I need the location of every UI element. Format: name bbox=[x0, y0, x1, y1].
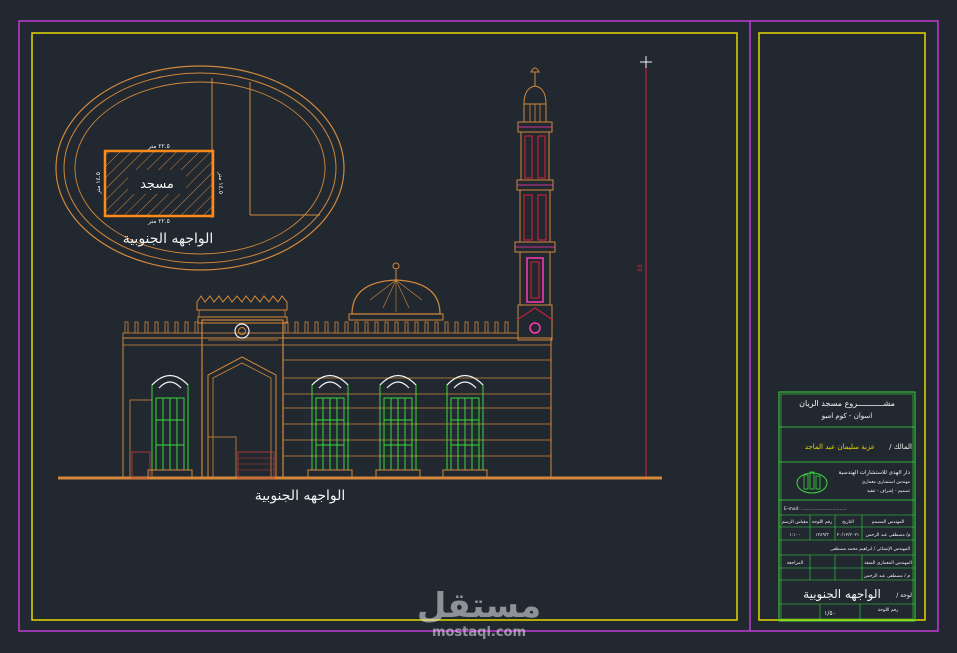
watermark-url: mostaql.com bbox=[432, 625, 526, 640]
designer-label: المهندس المصمم bbox=[872, 520, 905, 525]
dim-top: ٢٢.٥ متر bbox=[147, 143, 170, 150]
mosque-label: مسجد bbox=[140, 177, 174, 192]
scale-value: ١:١٠٠ bbox=[789, 533, 800, 538]
title-block: مشـــــــــــروع مسجد الريان اسوان - كوم… bbox=[778, 391, 916, 622]
structural-engineer: المهندس الإنشائي / ابراهيم محمد مصطفى bbox=[830, 546, 910, 552]
owner-label: المالك / bbox=[889, 443, 912, 451]
sheet-frames bbox=[18, 20, 939, 632]
cad-drawing-canvas: مسجد ٢٢.٥ متر ٢٢.٥ متر ١٤.٥ متر ١٤.٥ متر… bbox=[18, 20, 939, 640]
height-dim-text: ٤٥ bbox=[636, 264, 644, 272]
dim-bottom: ٢٢.٥ متر bbox=[147, 218, 170, 225]
height-dimension: ٤٥ bbox=[636, 56, 652, 478]
windows bbox=[147, 374, 488, 479]
executing-architect-name: م / مصطفى عبد الرحمن bbox=[864, 573, 911, 579]
dim-left: ١٤.٥ متر bbox=[95, 172, 102, 195]
engineer-name: م/ مصطفى عبد الرحمن bbox=[866, 532, 911, 538]
dim-right: ١٤.٥ متر bbox=[217, 171, 224, 194]
office-line2: مهندس استشاري معماري bbox=[862, 480, 911, 485]
minaret bbox=[514, 67, 556, 341]
elevation-caption: الواجهه الجنوبية bbox=[255, 488, 346, 504]
watermark: مستقل mostaql.com bbox=[417, 586, 541, 640]
project-subtitle: اسوان - كوم امبو bbox=[821, 412, 872, 420]
revision-label: المراجعة bbox=[787, 561, 803, 566]
sheet-title: الواجهه الجنوبية bbox=[803, 587, 881, 602]
office-name: دار الهدى للاستشارات الهندسية bbox=[839, 470, 911, 476]
sheet-scale: ١/٥٠ bbox=[824, 610, 836, 617]
site-plan: مسجد ٢٢.٥ متر ٢٢.٥ متر ١٤.٥ متر ١٤.٥ متر… bbox=[55, 65, 345, 271]
date-value: ٢٠/١٢/٢٠٢١ bbox=[837, 532, 859, 538]
south-elevation: الواجهه الجنوبية bbox=[58, 67, 662, 504]
date-label: التاريخ bbox=[842, 520, 854, 525]
office-logo-icon bbox=[796, 471, 828, 494]
scale-label: مقياس الرسم bbox=[782, 520, 809, 525]
watermark-brand: مستقل bbox=[417, 586, 541, 626]
drawing-no-value: ١٣٨٩/٣ bbox=[815, 532, 829, 538]
site-plan-caption: الواجهه الجنوبية bbox=[123, 231, 214, 247]
executing-architect-label: المهندس المعماري المنفذ bbox=[864, 561, 912, 566]
project-title: مشـــــــــــروع مسجد الريان bbox=[799, 399, 895, 408]
owner-name: عزبة سليمان عبد الماجد bbox=[805, 443, 875, 451]
office-line3: تصميم - إشراف - تنفيذ bbox=[867, 489, 911, 494]
sheet-no-label: رقم اللوحة bbox=[878, 608, 898, 613]
office-email: E-mail: ................................ bbox=[784, 506, 847, 512]
sheet-prefix: لوحة / bbox=[896, 592, 912, 599]
drawing-no-label: رقم اللوحة bbox=[812, 520, 832, 525]
